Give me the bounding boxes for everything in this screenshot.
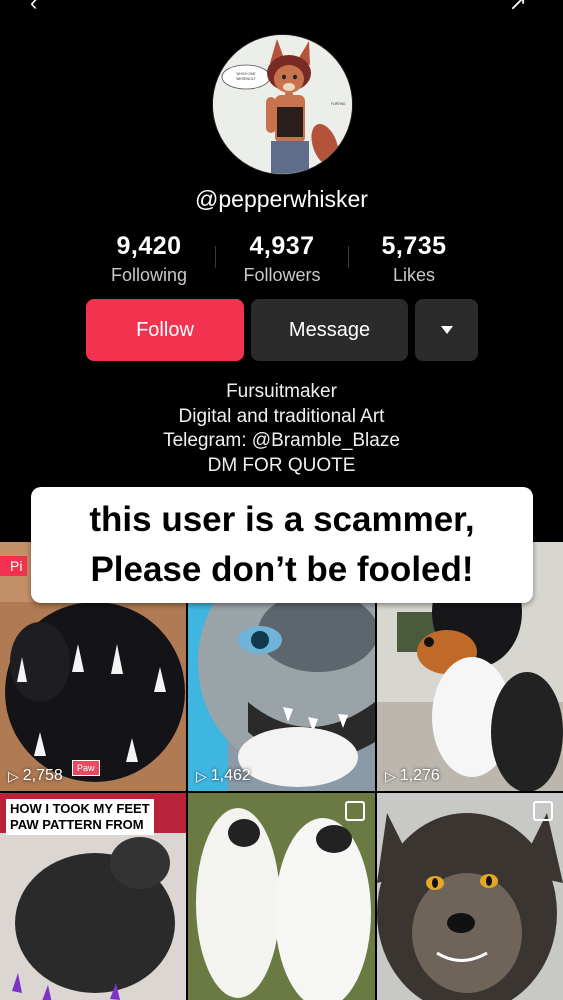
stat-likes[interactable]: 5,735 Likes <box>344 232 484 286</box>
view-count-value: 1,462 <box>210 767 251 784</box>
video-thumbnail[interactable] <box>188 793 375 1000</box>
svg-text:WHICH ONE: WHICH ONE <box>236 72 256 76</box>
paw-tag: Paw <box>72 760 100 776</box>
view-count: ▷ 1,462 <box>196 767 251 785</box>
video-thumbnail[interactable] <box>377 793 563 1000</box>
bio-line: Fursuitmaker <box>226 381 337 402</box>
profile-bio: Fursuitmaker Digital and traditional Art… <box>0 380 563 478</box>
thumbnail-image <box>377 793 563 1000</box>
more-options-button[interactable] <box>415 299 478 361</box>
back-icon[interactable]: ‹ <box>30 0 37 16</box>
bio-line: Digital and traditional Art <box>178 405 385 427</box>
thumbnail-image <box>188 793 375 1000</box>
pinned-badge: Pi <box>0 556 28 576</box>
stat-following[interactable]: 9,420 Following <box>79 232 219 286</box>
view-count: ▷ 1,276 <box>385 767 440 785</box>
warning-line: this user is a scammer, <box>89 500 475 539</box>
top-nav: ‹ ↗ <box>0 0 563 15</box>
share-icon[interactable]: ↗ <box>509 0 527 16</box>
caret-down-icon <box>440 326 453 334</box>
username: @pepperwhisker <box>195 186 368 212</box>
play-icon: ▷ <box>196 767 207 784</box>
likes-count: 5,735 <box>381 232 447 260</box>
video-thumbnail[interactable]: HOW I TOOK MY FEET PAW PATTERN FROM <box>0 793 186 1000</box>
video-title-overlay: HOW I TOOK MY FEET PAW PATTERN FROM <box>6 799 154 835</box>
followers-count: 4,937 <box>249 232 315 260</box>
followers-label: Followers <box>243 265 321 285</box>
follow-button[interactable]: Follow <box>86 299 244 361</box>
scam-warning-banner: this user is a scammer, Please don’t be … <box>31 487 533 603</box>
avatar[interactable]: WHICH ONE WEREWOLF FLIRTING <box>212 34 353 175</box>
following-count: 9,420 <box>116 232 182 260</box>
following-label: Following <box>110 265 188 285</box>
multi-photo-icon <box>345 801 365 821</box>
svg-text:WEREWOLF: WEREWOLF <box>236 77 255 81</box>
likes-label: Likes <box>392 265 436 285</box>
play-icon: ▷ <box>385 767 396 784</box>
play-icon: ▷ <box>8 767 19 784</box>
multi-photo-icon <box>533 801 553 821</box>
bio-line: Telegram: @Bramble_Blaze <box>163 430 400 451</box>
video-title-line: HOW I TOOK MY FEET <box>10 801 150 816</box>
profile-stats: 9,420 Following 4,937 Followers 5,735 Li… <box>0 232 563 292</box>
avatar-illustration: WHICH ONE WEREWOLF FLIRTING <box>213 35 352 174</box>
message-button[interactable]: Message <box>251 299 408 361</box>
stat-followers[interactable]: 4,937 Followers <box>212 232 352 286</box>
view-count-value: 2,758 <box>22 767 63 784</box>
avatar-caption: FLIRTING <box>331 102 346 106</box>
view-count-value: 1,276 <box>399 767 440 784</box>
video-title-line: PAW PATTERN FROM <box>10 817 144 832</box>
video-grid: Pi Paw ▷ 2,758 ▷ 1,462 ▷ 1,276 HOW I TOO… <box>0 542 563 1000</box>
view-count: ▷ 2,758 <box>8 767 63 785</box>
bio-line: DM FOR QUOTE <box>207 454 356 476</box>
warning-line: Please don’t be fooled! <box>90 550 474 589</box>
